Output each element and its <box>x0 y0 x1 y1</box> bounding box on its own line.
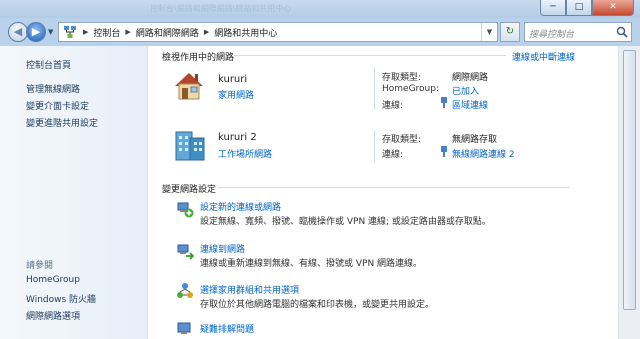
search-icon[interactable] <box>616 26 628 38</box>
close-button[interactable]: ✕ <box>592 0 634 16</box>
breadcrumb-item-network-internet[interactable]: 網路和網際網路 <box>134 26 201 39</box>
homegroup-icon <box>177 283 193 298</box>
connect-network-icon <box>177 244 194 260</box>
breadcrumb-item-control-panel[interactable]: 控制台 <box>91 26 122 39</box>
back-button[interactable]: ◀ <box>8 22 28 42</box>
section-divider <box>234 55 506 56</box>
task-homegroup-link[interactable]: 選擇家用群組和共用選項 <box>200 283 299 296</box>
active-networks-header: 檢視作用中的網路 <box>162 53 235 63</box>
title-bar: 控制台\網路和網際網路\網路和共用中心 ─ □ ✕ <box>0 0 640 18</box>
network-center-icon <box>62 24 78 40</box>
see-also-internet-options[interactable]: 網際網路選項 <box>26 309 80 322</box>
forward-button[interactable]: ▶ <box>26 22 46 42</box>
see-also-header: 請參閱 <box>26 261 54 271</box>
troubleshoot-icon <box>177 322 191 334</box>
sidebar-item-adapter-settings[interactable]: 變更介面卡設定 <box>26 99 89 112</box>
sidebar-item-manage-wireless[interactable]: 管理無線網路 <box>26 82 80 95</box>
access-type-value: 無網路存取 <box>452 135 498 145</box>
connection-link[interactable]: 無線網路連線 2 <box>452 147 515 160</box>
search-input[interactable]: 搜尋控制台 <box>524 22 632 42</box>
address-bar[interactable]: ▶ 控制台 ▶ 網路和網際網路 ▶ 網路和共用中心 ▼ <box>58 22 498 42</box>
column-divider <box>374 130 375 162</box>
section-divider <box>218 187 570 188</box>
network-type-link[interactable]: 家用網路 <box>218 88 254 101</box>
window-controls: ─ □ ✕ <box>540 0 634 16</box>
window-title: 控制台\網路和網際網路\網路和共用中心 <box>150 4 292 13</box>
navigation-bar: ◀ ▶ ▼ ▶ 控制台 ▶ 網路和網際網路 ▶ 網路和共用中心 ▼ ↻ 搜尋控制… <box>0 18 640 46</box>
task-setup-connection-link[interactable]: 設定新的連線或網路 <box>200 200 281 213</box>
connection-link[interactable]: 區域連線 <box>452 98 488 111</box>
address-dropdown-button[interactable]: ▼ <box>481 23 497 41</box>
column-divider <box>374 68 375 110</box>
connection-label: 連線: <box>382 150 404 160</box>
access-type-value: 網際網路 <box>452 73 489 83</box>
wireless-icon <box>441 146 447 157</box>
task-connect-network-link[interactable]: 連線到網路 <box>200 242 245 255</box>
back-arrow-icon: ◀ <box>13 25 23 38</box>
see-also-firewall[interactable]: Windows 防火牆 <box>26 292 96 305</box>
task-description: 設定無線、寬頻、撥號、臨機操作或 VPN 連線; 或設定路由器或存取點。 <box>200 217 491 227</box>
forward-arrow-icon: ▶ <box>31 25 41 38</box>
home-network-icon <box>175 73 203 100</box>
connection-label: 連線: <box>382 101 404 111</box>
connect-disconnect-link[interactable]: 連線或中斷連線 <box>512 50 575 63</box>
access-type-label: 存取類型: <box>382 135 422 145</box>
network-type-link[interactable]: 工作場所網路 <box>218 147 272 160</box>
homegroup-label: HomeGroup: <box>382 84 440 94</box>
homegroup-link[interactable]: 已加入 <box>452 84 479 97</box>
refresh-icon: ↻ <box>505 26 515 37</box>
task-description: 連線或重新連線到無線、有線、撥號或 VPN 網路連線。 <box>200 259 423 269</box>
new-connection-icon <box>177 202 194 218</box>
minimize-button[interactable]: ─ <box>540 0 566 16</box>
sidebar-item-advanced-sharing[interactable]: 變更進階共用設定 <box>26 116 98 129</box>
work-network-icon <box>175 131 205 161</box>
main-content: 檢視作用中的網路 連線或中斷連線 kururi 家用網路 存取類型: 網際網路 … <box>148 46 618 339</box>
task-troubleshoot-link[interactable]: 疑難排解問題 <box>200 322 254 335</box>
sidebar-home-link[interactable]: 控制台首頁 <box>26 58 71 71</box>
breadcrumb-separator[interactable]: ▶ <box>122 28 133 36</box>
breadcrumb-separator[interactable]: ▶ <box>80 28 91 36</box>
network-name: kururi <box>218 74 248 85</box>
ethernet-icon <box>441 97 447 108</box>
sidebar: 控制台首頁 管理無線網路 變更介面卡設定 變更進階共用設定 請參閱 HomeGr… <box>0 46 148 339</box>
network-name: kururi 2 <box>218 132 257 143</box>
see-also-homegroup[interactable]: HomeGroup <box>26 275 80 285</box>
breadcrumb-separator[interactable]: ▶ <box>201 28 212 36</box>
search-placeholder: 搜尋控制台 <box>529 30 575 40</box>
recent-pages-dropdown[interactable]: ▼ <box>48 28 53 36</box>
task-description: 存取位於其他網路電腦的檔案和印表機，或變更共用設定。 <box>200 300 435 310</box>
access-type-label: 存取類型: <box>382 73 422 83</box>
change-settings-header: 變更網路設定 <box>162 185 217 195</box>
breadcrumb-item-sharing-center[interactable]: 網路和共用中心 <box>212 26 279 39</box>
scrollbar-thumb[interactable] <box>623 50 636 310</box>
refresh-button[interactable]: ↻ <box>500 22 520 42</box>
maximize-button[interactable]: □ <box>566 0 592 16</box>
vertical-scrollbar[interactable] <box>618 46 640 339</box>
